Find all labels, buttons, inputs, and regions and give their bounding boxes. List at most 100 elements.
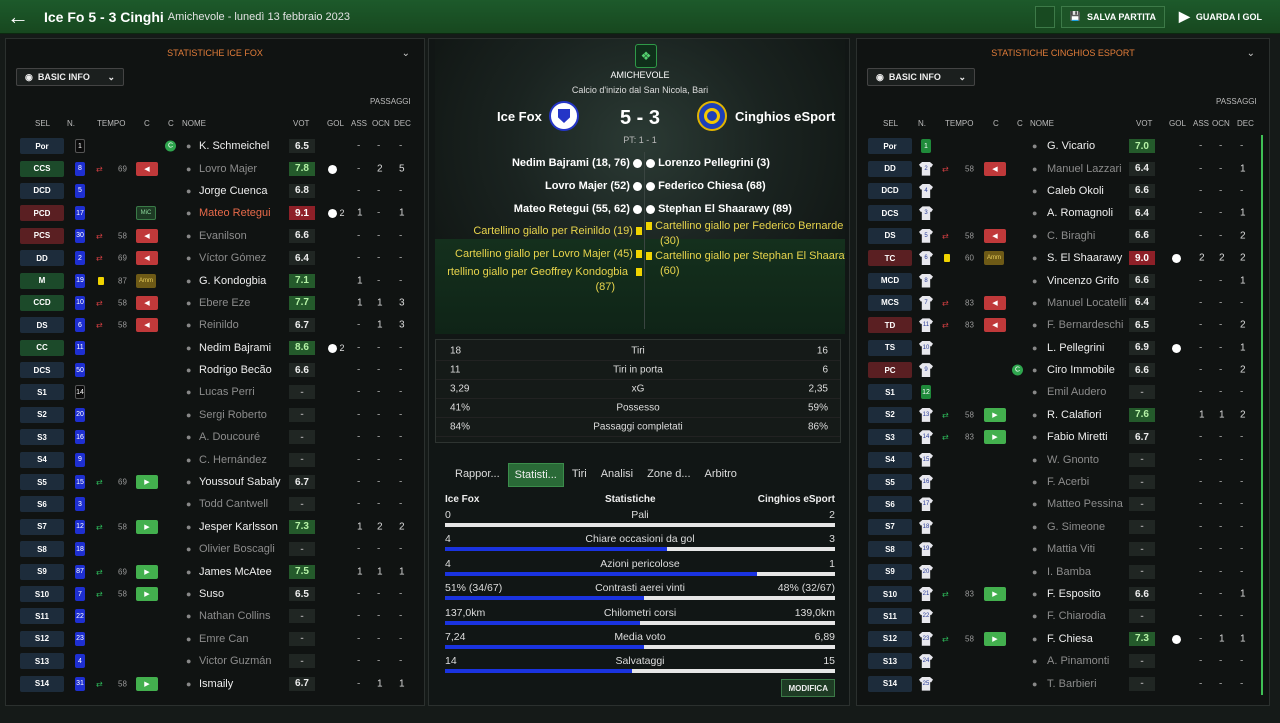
subbed-on-button[interactable]: ▶ xyxy=(984,587,1006,601)
away-panel-header[interactable]: STATISTICHE CINGHIOS ESPORT ⌄ xyxy=(857,39,1269,67)
scrollbar[interactable] xyxy=(1261,135,1263,695)
player-name[interactable]: Lucas Perri xyxy=(199,386,255,398)
col-vot[interactable]: VOT xyxy=(293,119,309,128)
player-row[interactable]: S2 13 ⇄ 58 ▶ ● R. Calafiori 7.6 1 1 2 xyxy=(857,404,1269,426)
player-name[interactable]: R. Calafiori xyxy=(1047,409,1101,421)
tab-0[interactable]: Rappor... xyxy=(449,463,506,487)
col-n[interactable]: N. xyxy=(67,119,75,128)
tab-3[interactable]: Analisi xyxy=(595,463,639,487)
col-ocn[interactable]: OCN xyxy=(1212,119,1230,128)
col-ass[interactable]: ASS xyxy=(351,119,367,128)
player-row[interactable]: DCD 5 ● Jorge Cuenca 6.8 - - - xyxy=(6,180,424,202)
player-row[interactable]: S10 7 ⇄ 58 ▶ ● Suso 6.5 - - - xyxy=(6,583,424,605)
player-row[interactable]: CC 11 ● Nedim Bajrami 8.6 2 - - - xyxy=(6,337,424,359)
player-name[interactable]: Rodrigo Becão xyxy=(199,364,272,376)
player-row[interactable]: DCD 4 ● Caleb Okoli 6.6 - - - xyxy=(857,180,1269,202)
col-nome[interactable]: NOME xyxy=(182,119,206,128)
player-row[interactable]: MCD 8 ● Vincenzo Grifo 6.6 - - 1 xyxy=(857,269,1269,291)
player-row[interactable]: MCS 7 ⇄ 83 ◀ ● Manuel Locatelli 6.4 - - - xyxy=(857,292,1269,314)
player-row[interactable]: Por 1 C ● K. Schmeichel 6.5 - - - xyxy=(6,135,424,157)
player-row[interactable]: DCS 50 ● Rodrigo Becão 6.6 - - - xyxy=(6,359,424,381)
subbed-on-button[interactable]: ▶ xyxy=(136,519,158,534)
player-name[interactable]: Emil Audero xyxy=(1047,386,1106,398)
player-name[interactable]: I. Bamba xyxy=(1047,566,1091,578)
player-name[interactable]: Reinildo xyxy=(199,319,239,331)
player-row[interactable]: S3 14 ⇄ 83 ▶ ● Fabio Miretti 6.7 - - - xyxy=(857,426,1269,448)
player-row[interactable]: S14 31 ⇄ 58 ▶ ● Ismaily 6.7 - 1 1 xyxy=(6,672,424,694)
col-n[interactable]: N. xyxy=(918,119,926,128)
player-name[interactable]: F. Esposito xyxy=(1047,588,1101,600)
player-name[interactable]: Mattia Viti xyxy=(1047,543,1095,555)
player-row[interactable]: S12 23 ● Emre Can - - - - xyxy=(6,628,424,650)
player-name[interactable]: F. Chiesa xyxy=(1047,633,1093,645)
player-row[interactable]: DD 2 ⇄ 58 ◀ ● Manuel Lazzari 6.4 - - 1 xyxy=(857,157,1269,179)
player-row[interactable]: Por 1 ● G. Vicario 7.0 - - - xyxy=(857,135,1269,157)
player-row[interactable]: S5 16 ● F. Acerbi - - - - xyxy=(857,471,1269,493)
away-team-name[interactable]: Cinghios eSport xyxy=(735,109,835,124)
player-row[interactable]: S13 4 ● Victor Guzmán - - - - xyxy=(6,650,424,672)
player-name[interactable]: F. Chiarodia xyxy=(1047,610,1106,622)
player-name[interactable]: Ebere Eze xyxy=(199,297,250,309)
player-row[interactable]: DS 5 ⇄ 58 ◀ ● C. Biraghi 6.6 - - 2 xyxy=(857,225,1269,247)
player-name[interactable]: Emre Can xyxy=(199,633,249,645)
player-row[interactable]: TD 11 ⇄ 83 ◀ ● F. Bernardeschi 6.5 - - 2 xyxy=(857,314,1269,336)
player-row[interactable]: S10 21 ⇄ 83 ▶ ● F. Esposito 6.6 - - 1 xyxy=(857,583,1269,605)
subbed-on-button[interactable]: ▶ xyxy=(136,475,158,490)
subbed-on-button[interactable]: ▶ xyxy=(984,631,1006,646)
tab-5[interactable]: Arbitro xyxy=(699,463,743,487)
player-name[interactable]: Manuel Locatelli xyxy=(1047,297,1127,309)
player-name[interactable]: Víctor Gómez xyxy=(199,252,266,264)
player-row[interactable]: S5 15 ⇄ 69 ▶ ● Youssouf Sabaly 6.7 - - - xyxy=(6,471,424,493)
player-row[interactable]: DS 6 ⇄ 58 ◀ ● Reinildo 6.7 - 1 3 xyxy=(6,314,424,336)
player-row[interactable]: S6 17 ● Matteo Pessina - - - - xyxy=(857,493,1269,515)
player-row[interactable]: S3 16 ● A. Doucouré - - - - xyxy=(6,426,424,448)
player-name[interactable]: James McAtee xyxy=(199,566,272,578)
player-name[interactable]: K. Schmeichel xyxy=(199,140,269,152)
col-vot[interactable]: VOT xyxy=(1136,119,1152,128)
subbed-on-button[interactable]: ▶ xyxy=(136,676,158,691)
player-row[interactable]: S8 18 ● Olivier Boscagli - - - - xyxy=(6,538,424,560)
player-name[interactable]: Ismaily xyxy=(199,678,233,690)
player-name[interactable]: Manuel Lazzari xyxy=(1047,163,1122,175)
player-name[interactable]: G. Simeone xyxy=(1047,521,1105,533)
player-row[interactable]: S11 22 ● Nathan Collins - - - - xyxy=(6,605,424,627)
tab-4[interactable]: Zone d... xyxy=(641,463,696,487)
subbed-off-button[interactable]: ◀ xyxy=(136,161,158,176)
player-name[interactable]: Suso xyxy=(199,588,224,600)
col-dec[interactable]: DEC xyxy=(1237,119,1254,128)
player-row[interactable]: S7 12 ⇄ 58 ▶ ● Jesper Karlsson 7.3 1 2 2 xyxy=(6,516,424,538)
player-name[interactable]: Olivier Boscagli xyxy=(199,543,275,555)
player-name[interactable]: Fabio Miretti xyxy=(1047,431,1108,443)
player-row[interactable]: S6 3 ● Todd Cantwell - - - - xyxy=(6,493,424,515)
player-name[interactable]: Lovro Majer xyxy=(199,163,257,175)
back-arrow-icon[interactable]: ← xyxy=(0,0,36,34)
player-name[interactable]: A. Doucouré xyxy=(199,431,260,443)
player-row[interactable]: S8 19 ● Mattia Viti - - - - xyxy=(857,538,1269,560)
player-row[interactable]: DD 2 ⇄ 69 ◀ ● Víctor Gómez 6.4 - - - xyxy=(6,247,424,269)
player-row[interactable]: DCS 3 ● A. Romagnoli 6.4 - - 1 xyxy=(857,202,1269,224)
player-name[interactable]: A. Romagnoli xyxy=(1047,207,1113,219)
player-name[interactable]: C. Biraghi xyxy=(1047,230,1095,242)
toggle-button[interactable] xyxy=(1034,5,1055,28)
subbed-off-button[interactable]: ◀ xyxy=(984,228,1006,243)
player-row[interactable]: CCD 10 ⇄ 58 ◀ ● Ebere Eze 7.7 1 1 3 xyxy=(6,292,424,314)
player-row[interactable]: S12 23 ⇄ 58 ▶ ● F. Chiesa 7.3 - 1 1 xyxy=(857,628,1269,650)
player-name[interactable]: Victor Guzmán xyxy=(199,655,272,667)
player-name[interactable]: Evanilson xyxy=(199,230,247,242)
subbed-on-button[interactable]: ▶ xyxy=(984,430,1006,445)
basic-info-dropdown[interactable]: ◉ BASIC INFO ⌄ xyxy=(867,68,975,86)
player-row[interactable]: S4 15 ● W. Gnonto - - - - xyxy=(857,448,1269,470)
player-row[interactable]: CCS 8 ⇄ 69 ◀ ● Lovro Majer 7.8 - 2 5 xyxy=(6,157,424,179)
player-row[interactable]: S2 20 ● Sergi Roberto - - - - xyxy=(6,404,424,426)
home-panel-header[interactable]: STATISTICHE ICE FOX ⌄ xyxy=(6,39,424,67)
subbed-on-button[interactable]: ▶ xyxy=(136,587,158,601)
player-row[interactable]: TS 10 ● L. Pellegrini 6.9 - - 1 xyxy=(857,337,1269,359)
player-name[interactable]: L. Pellegrini xyxy=(1047,342,1104,354)
watch-goals-button[interactable]: ▶ GUARDA I GOL xyxy=(1171,6,1270,28)
player-row[interactable]: PC 9 C ● Ciro Immobile 6.6 - - 2 xyxy=(857,359,1269,381)
subbed-off-button[interactable]: ◀ xyxy=(136,228,158,243)
player-row[interactable]: S1 12 ● Emil Audero - - - - xyxy=(857,381,1269,403)
player-row[interactable]: PCS 30 ⇄ 58 ◀ ● Evanilson 6.6 - - - xyxy=(6,225,424,247)
player-row[interactable]: S7 18 ● G. Simeone - - - - xyxy=(857,516,1269,538)
player-name[interactable]: T. Barbieri xyxy=(1047,678,1097,690)
